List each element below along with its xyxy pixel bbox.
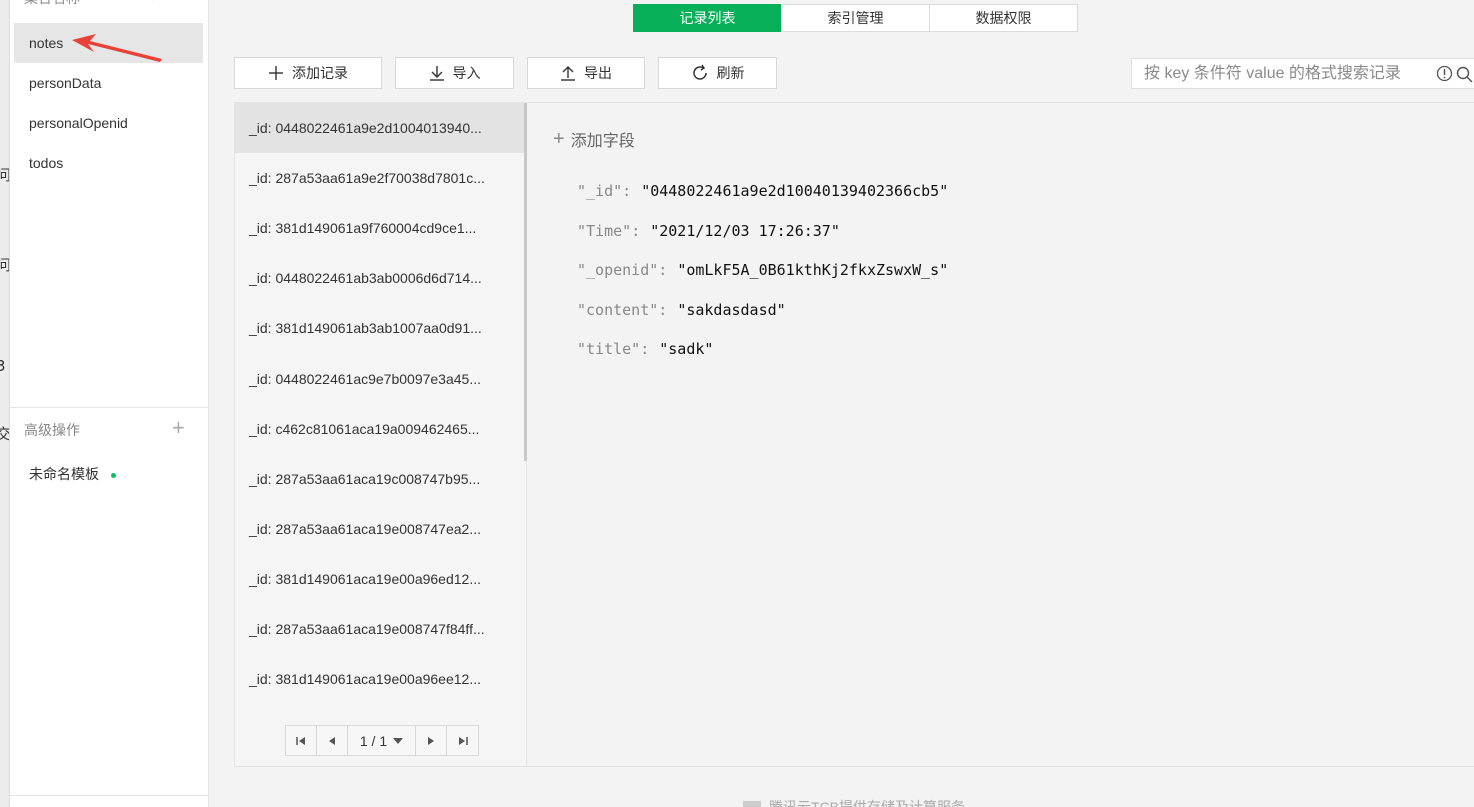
field-key: "_id" [577, 182, 623, 200]
field-value: "0448022461a9e2d10040139402366cb5" [641, 182, 949, 200]
search-box [1131, 58, 1474, 89]
pagination: 1 / 1 [285, 725, 479, 756]
sidebar-divider [10, 407, 209, 408]
edge-char: 问 [0, 254, 9, 275]
advanced-ops-label: 高级操作 [24, 422, 80, 438]
field-row[interactable]: "_id": "0448022461a9e2d10040139402366cb5" [577, 182, 948, 200]
add-record-label: 添加记录 [292, 65, 348, 81]
footer-note: 腾讯云TCB提供存储及计算服务 [743, 797, 965, 807]
record-list-item[interactable]: _id: c462c81061aca19a009462465... [235, 404, 524, 454]
sidebar-item-todos[interactable]: todos [14, 143, 203, 183]
search-input[interactable] [1144, 63, 1429, 85]
add-collection-icon[interactable] [169, 0, 189, 2]
sidebar-item-label: todos [29, 155, 64, 171]
app-root: 问 问 3 交 集合名称 notes personData personalOp… [0, 0, 1474, 807]
field-row[interactable]: "content": "sakdasdasd" [577, 301, 786, 319]
field-row[interactable]: "Time": "2021/12/03 17:26:37" [577, 222, 840, 240]
refresh-button[interactable]: 刷新 [658, 57, 777, 89]
refresh-icon [692, 64, 707, 80]
import-label: 导入 [452, 65, 481, 81]
record-list-item[interactable]: _id: 381d149061ab3ab1007aa0d91... [235, 303, 524, 353]
collection-sidebar: 集合名称 notes personData personalOpenid tod… [10, 0, 209, 807]
page-select[interactable]: 1 / 1 [348, 726, 416, 755]
search-icon[interactable] [135, 0, 155, 2]
edge-char: 交 [0, 423, 9, 444]
field-key: "content" [577, 301, 659, 319]
record-list-item[interactable]: _id: 0448022461ac9e7b0097e3a45... [235, 354, 524, 404]
next-page-icon [428, 736, 434, 745]
import-button[interactable]: 导入 [395, 57, 514, 89]
tab-permissions[interactable]: 数据权限 [929, 4, 1078, 32]
footer-text: 腾讯云TCB提供存储及计算服务 [769, 799, 965, 807]
collection-header: 集合名称 [24, 0, 80, 8]
add-field-button[interactable]: + 添加字段 [553, 127, 635, 151]
add-record-button[interactable]: 添加记录 [234, 57, 382, 89]
record-list-item[interactable]: _id: 381d149061aca19e00a96ee12... [235, 654, 524, 704]
edge-char: 3 [0, 357, 6, 375]
sidebar-item-persondata[interactable]: personData [14, 63, 203, 103]
chevron-down-icon [393, 737, 404, 744]
status-dot [111, 472, 116, 478]
field-value: "sakdasdasd" [677, 301, 786, 319]
first-page-icon [296, 736, 305, 745]
template-item[interactable]: 未命名模板 [29, 464, 116, 484]
next-page-button[interactable] [416, 726, 447, 755]
sidebar-item-label: personalOpenid [29, 115, 128, 131]
last-page-icon [458, 736, 468, 745]
edge-char: 问 [0, 164, 9, 185]
plus-icon [269, 66, 283, 80]
record-list-item[interactable]: _id: 287a53aa61a9e2f70038d7801c... [235, 153, 524, 203]
top-tabs: 记录列表 索引管理 数据权限 [633, 4, 1078, 32]
tab-indexes[interactable]: 索引管理 [781, 4, 930, 32]
record-list-item[interactable]: _id: 0448022461a9e2d1004013940... [235, 103, 524, 153]
record-detail-panel [527, 102, 1474, 767]
export-button[interactable]: 导出 [527, 57, 645, 89]
plus-icon: + [553, 127, 565, 150]
sidebar-item-label: notes [29, 35, 64, 51]
record-list-item[interactable]: _id: 287a53aa61aca19e008747f84ff... [235, 604, 524, 654]
field-row[interactable]: "title": "sadk" [577, 340, 713, 358]
field-key: "Time" [577, 222, 632, 240]
red-arrow-annotation [72, 34, 162, 62]
field-row[interactable]: "_openid": "omLkF5A_0B61kthKj2fkxZswxW_s" [577, 261, 948, 279]
sidebar-header-tools [135, 0, 189, 5]
tab-records[interactable]: 记录列表 [633, 4, 782, 32]
prev-page-icon [329, 736, 335, 745]
sidebar-bottom-divider [10, 795, 209, 796]
add-field-label: 添加字段 [570, 133, 635, 150]
sidebar-item-personalopenid[interactable]: personalOpenid [14, 103, 203, 143]
prev-page-button[interactable] [317, 726, 348, 755]
upload-icon [561, 66, 575, 81]
refresh-label: 刷新 [716, 65, 745, 81]
search-icon[interactable] [1456, 66, 1474, 83]
record-list-item[interactable]: _id: 0448022461ab3ab0006d6d714... [235, 253, 524, 303]
last-page-button[interactable] [447, 726, 478, 755]
info-icon[interactable] [1436, 65, 1453, 82]
record-list-item[interactable]: _id: 381d149061a9f760004cd9ce1... [235, 203, 524, 253]
record-list-item[interactable]: _id: 287a53aa61aca19c008747b95... [235, 454, 524, 504]
template-label: 未命名模板 [29, 466, 99, 482]
field-value: "2021/12/03 17:26:37" [650, 222, 840, 240]
first-page-button[interactable] [286, 726, 317, 755]
field-value: "omLkF5A_0B61kthKj2fkxZswxW_s" [677, 261, 949, 279]
add-template-icon[interactable]: + [172, 415, 185, 441]
export-label: 导出 [584, 65, 612, 81]
field-key: "_openid" [577, 261, 659, 279]
record-list: _id: 0448022461a9e2d1004013940... _id: 2… [234, 102, 527, 767]
record-list-item[interactable]: _id: 287a53aa61aca19e008747ea2... [235, 504, 524, 554]
field-value: "sadk" [659, 340, 714, 358]
background-window-edge: 问 问 3 交 [0, 0, 10, 807]
sidebar-item-label: personData [29, 75, 102, 91]
tencent-cloud-logo-icon [743, 801, 761, 807]
page-indicator: 1 / 1 [359, 732, 388, 749]
record-list-item[interactable]: _id: 381d149061aca19e00a96ed12... [235, 554, 524, 604]
field-key: "title" [577, 340, 641, 358]
download-icon [429, 66, 444, 81]
